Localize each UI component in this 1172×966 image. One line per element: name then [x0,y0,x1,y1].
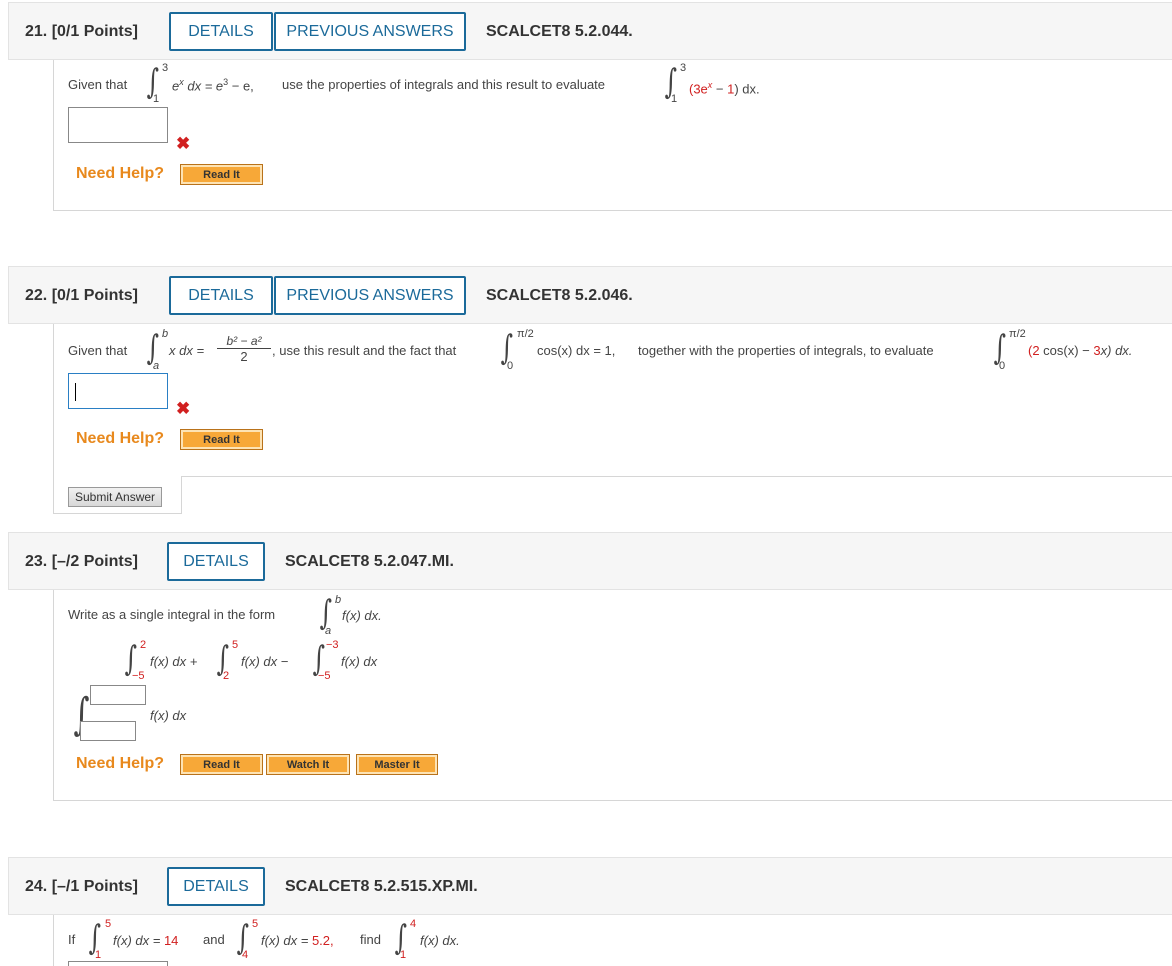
upper-limit: −3 [326,639,339,651]
answer-input[interactable] [68,107,168,143]
question-23-body: Write as a single integral in the form ∫… [53,590,1172,801]
lower-limit: 1 [153,93,160,105]
answer-input[interactable] [68,961,168,966]
submit-answer-button[interactable]: Submit Answer [68,487,163,507]
question-24-header: 24. [–/1 Points] DETAILS SCALCET8 5.2.51… [8,857,1172,915]
lower-limit: a [153,360,160,372]
integrand: f(x) dx = 5.2, [261,933,334,948]
incorrect-icon: ✖ [176,399,191,418]
lower-limit: 1 [95,949,102,961]
question-21-body: Given that ∫ 3 1 ex dx = e3 − e, use the… [53,60,1172,211]
lower-limit: 0 [999,360,1006,372]
details-button[interactable]: DETAILS [169,12,273,51]
watch-it-button[interactable]: Watch It [266,754,350,775]
instruction-text: Write as a single integral in the form [68,607,276,622]
and-text: and [203,932,225,947]
integrand: ex dx = e3 − e, [172,77,254,94]
question-id: SCALCET8 5.2.046. [486,287,633,304]
instruction-text: together with the properties of integral… [638,343,934,358]
integrand-expression: (2 cos(x) − 3x) dx. [1028,343,1133,358]
lower-limit-input[interactable] [80,721,136,741]
upper-limit: 5 [105,918,112,930]
need-help-label: Need Help? [76,165,165,182]
incorrect-icon: ✖ [176,134,191,153]
instruction-text: use the properties of integrals and this… [282,77,606,92]
integrand: f(x) dx = 14 [113,933,179,948]
divider [181,476,1172,477]
lower-limit: 4 [242,949,249,961]
upper-limit: 2 [140,639,147,651]
find-text: find [360,932,381,947]
instruction-text: , use this result and the fact that [272,343,457,358]
question-number: 22. [0/1 Points] [25,287,138,304]
question-22-body: Given that ∫ b a x dx = b² − a² 2 , use … [53,324,1172,477]
submit-area: Submit Answer [53,476,182,514]
question-id: SCALCET8 5.2.047.MI. [285,553,454,570]
lower-limit: 1 [400,949,407,961]
question-number: 23. [–/2 Points] [25,553,138,570]
integrand-expression: (3ex − 1) dx. [689,80,760,97]
upper-limit: 3 [680,62,687,74]
integrand: cos(x) dx = 1, [537,343,616,358]
upper-limit: π/2 [517,328,534,340]
master-it-button[interactable]: Master It [356,754,438,775]
integrand: f(x) dx. [420,933,460,948]
if-text: If [68,932,76,947]
lower-limit: a [325,625,332,637]
upper-limit: b [162,328,169,340]
fraction: b² − a² 2 [217,334,271,364]
read-it-button[interactable]: Read It [180,429,263,450]
text-cursor [75,383,76,401]
need-help-label: Need Help? [76,755,165,772]
integrand: f(x) dx [150,708,187,723]
integrand: f(x) dx + [150,654,198,669]
integrand: f(x) dx − [241,654,289,669]
answer-input[interactable] [68,373,168,409]
upper-limit: 3 [162,62,169,74]
question-22-header: 22. [0/1 Points] DETAILS PREVIOUS ANSWER… [8,266,1172,324]
read-it-button[interactable]: Read It [180,754,263,775]
question-24-body: If ∫ 5 1 f(x) dx = 14 and ∫ 5 4 f(x) dx … [53,915,1172,966]
details-button[interactable]: DETAILS [167,867,265,906]
question-23-header: 23. [–/2 Points] DETAILS SCALCET8 5.2.04… [8,532,1172,590]
lower-limit: −5 [132,670,145,682]
previous-answers-button[interactable]: PREVIOUS ANSWERS [274,12,466,51]
previous-answers-button[interactable]: PREVIOUS ANSWERS [274,276,466,315]
question-number: 24. [–/1 Points] [25,878,138,895]
details-button[interactable]: DETAILS [167,542,265,581]
lower-limit: 2 [223,670,230,682]
question-id: SCALCET8 5.2.044. [486,23,633,40]
upper-limit-input[interactable] [90,685,146,705]
upper-limit: π/2 [1009,328,1026,340]
upper-limit: 5 [252,918,259,930]
upper-limit: b [335,594,342,606]
question-id: SCALCET8 5.2.515.XP.MI. [285,878,478,895]
need-help-label: Need Help? [76,430,165,447]
integrand: x dx = [169,343,205,358]
question-number: 21. [0/1 Points] [25,23,138,40]
lower-limit: 1 [671,93,678,105]
details-button[interactable]: DETAILS [169,276,273,315]
upper-limit: 4 [410,918,417,930]
lower-limit: 0 [507,360,514,372]
lower-limit: −5 [318,670,331,682]
upper-limit: 5 [232,639,239,651]
integrand: f(x) dx [341,654,378,669]
read-it-button[interactable]: Read It [180,164,263,185]
given-text: Given that [68,77,128,92]
integrand: f(x) dx. [342,608,382,623]
given-text: Given that [68,343,128,358]
question-21-header: 21. [0/1 Points] DETAILS PREVIOUS ANSWER… [8,2,1172,60]
